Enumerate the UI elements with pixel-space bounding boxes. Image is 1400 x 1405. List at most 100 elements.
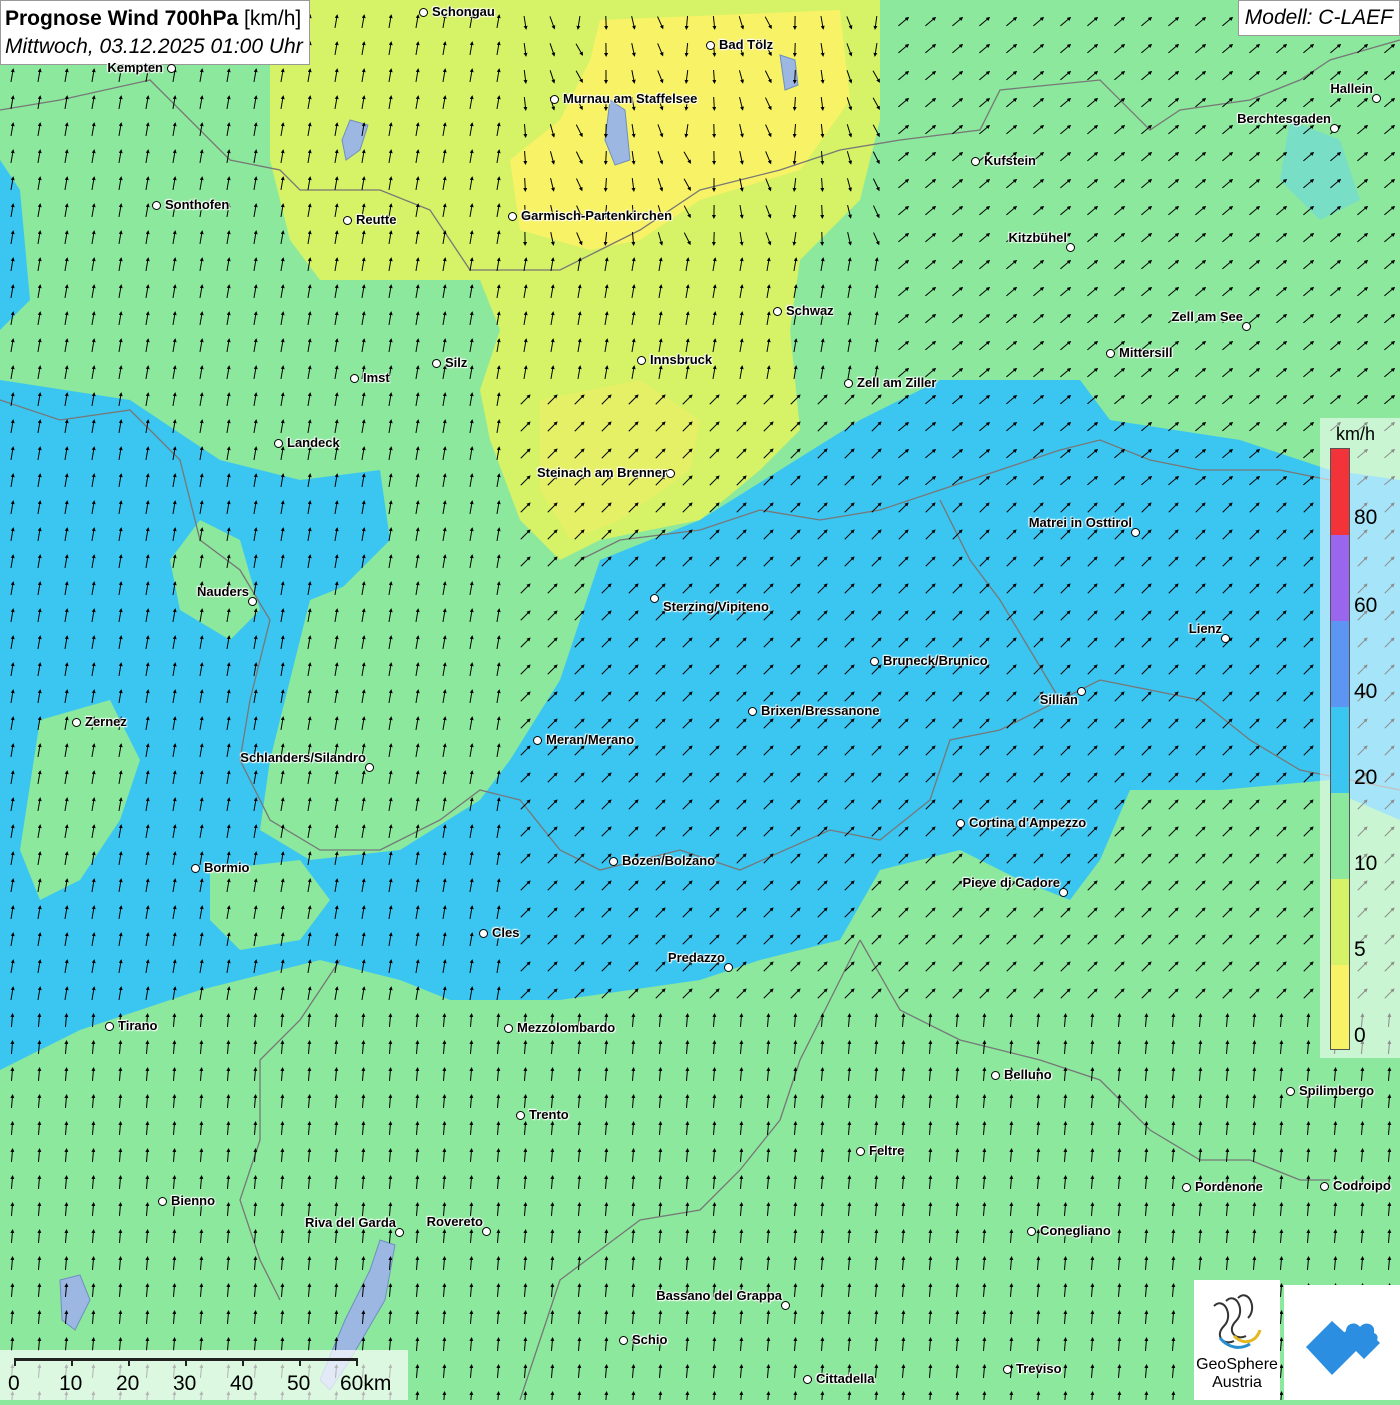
city-marker <box>991 1071 1000 1080</box>
city-marker <box>1330 124 1339 133</box>
legend-label-20: 20 <box>1354 766 1377 790</box>
city-label: Codroipo <box>1333 1178 1391 1193</box>
city-label: Belluno <box>1004 1067 1052 1082</box>
model-label: Modell: C-LAEF <box>1238 0 1400 36</box>
city-marker <box>516 1111 525 1120</box>
city-label: Innsbruck <box>650 352 712 367</box>
city-label: Landeck <box>287 435 340 450</box>
city-label: Cortina d'Ampezzo <box>969 815 1086 830</box>
city-label: Berchtesgaden <box>1237 111 1331 126</box>
city-label: Sonthofen <box>165 197 229 212</box>
city-label: Mittersill <box>1119 345 1172 360</box>
map-title-box: Prognose Wind 700hPa [km/h] Mittwoch, 03… <box>0 0 310 65</box>
legend-label-40: 40 <box>1354 680 1377 704</box>
city-marker <box>482 1227 491 1236</box>
city-label: Treviso <box>1016 1361 1062 1376</box>
geosphere-text-1: GeoSphere <box>1194 1356 1280 1374</box>
scale-label: 50 <box>287 1372 310 1396</box>
legend-label-0: 0 <box>1354 1024 1366 1048</box>
city-label: Predazzo <box>668 950 725 965</box>
city-marker <box>167 64 176 73</box>
city-marker <box>870 657 879 666</box>
city-label: Kitzbühel <box>1009 230 1068 245</box>
legend-segment-10-20 <box>1331 793 1349 879</box>
scale-tick <box>14 1358 16 1366</box>
city-marker <box>724 963 733 972</box>
geosphere-logo[interactable]: GeoSphere Austria <box>1194 1280 1280 1400</box>
city-marker <box>395 1228 404 1237</box>
city-marker <box>1221 634 1230 643</box>
city-label: Zernez <box>85 714 127 729</box>
city-label: Schlanders/Silandro <box>240 750 366 765</box>
city-label: Imst <box>363 370 390 385</box>
city-marker <box>1242 322 1251 331</box>
legend-label-80: 80 <box>1354 506 1377 530</box>
city-marker <box>550 95 559 104</box>
city-label: Zell am See <box>1171 309 1243 324</box>
city-marker <box>1027 1227 1036 1236</box>
city-label: Cittadella <box>816 1371 875 1386</box>
color-legend: km/h 80 60 40 20 10 5 0 <box>1320 418 1400 1058</box>
city-marker <box>432 359 441 368</box>
city-label: Bozen/Bolzano <box>622 853 715 868</box>
weather-app-logo[interactable] <box>1284 1285 1400 1400</box>
city-label: Rovereto <box>427 1214 483 1229</box>
city-marker <box>1372 94 1381 103</box>
wind-arrow <box>606 151 607 163</box>
scale-label: 30 <box>173 1372 196 1396</box>
cloud-mountain-icon <box>1284 1285 1400 1400</box>
geosphere-text-2: Austria <box>1194 1374 1280 1392</box>
city-label: Feltre <box>869 1143 904 1158</box>
scale-label: 20 <box>116 1372 139 1396</box>
city-marker <box>609 857 618 866</box>
city-label: Bruneck/Brunico <box>883 653 988 668</box>
city-marker <box>1059 888 1068 897</box>
legend-segment-80plus <box>1331 449 1349 535</box>
city-label: Trento <box>529 1107 569 1122</box>
scale-tick <box>71 1358 73 1366</box>
scale-label: 0 <box>8 1372 20 1396</box>
scale-label: 40 <box>230 1372 253 1396</box>
city-marker <box>1106 349 1115 358</box>
city-marker <box>1003 1365 1012 1374</box>
scale-tick <box>128 1358 130 1366</box>
city-label: Reutte <box>356 212 396 227</box>
city-marker <box>1131 528 1140 537</box>
wind-arrow <box>714 97 715 109</box>
city-marker <box>419 8 428 17</box>
city-label: Nauders <box>197 584 249 599</box>
city-marker <box>1182 1183 1191 1192</box>
city-label: Lienz <box>1189 621 1222 636</box>
city-marker <box>1066 243 1075 252</box>
city-marker <box>781 1301 790 1310</box>
scale-tick <box>299 1358 301 1366</box>
city-marker <box>773 307 782 316</box>
city-marker <box>105 1022 114 1031</box>
city-marker <box>1320 1182 1329 1191</box>
city-label: Riva del Garda <box>305 1215 396 1230</box>
scale-label: 60km <box>340 1372 391 1396</box>
city-label: Bassano del Grappa <box>656 1288 782 1303</box>
city-label: Matrei in Osttirol <box>1029 515 1132 530</box>
wind-arrow <box>795 70 796 82</box>
city-label: Schio <box>632 1332 667 1347</box>
legend-bar <box>1330 448 1350 1050</box>
city-marker <box>856 1147 865 1156</box>
city-marker <box>956 819 965 828</box>
geosphere-emblem-icon <box>1194 1286 1280 1356</box>
map-unit: [km/h] <box>244 7 301 30</box>
wind-arrow <box>822 205 823 217</box>
legend-segment-0-5 <box>1331 965 1349 1049</box>
city-label: Kufstein <box>984 153 1036 168</box>
scale-bar: 0 10 20 30 40 50 60km <box>0 1350 408 1400</box>
legend-segment-60-80 <box>1331 535 1349 621</box>
city-label: Bormio <box>204 860 250 875</box>
city-marker <box>637 356 646 365</box>
city-label: Silz <box>445 355 467 370</box>
city-marker <box>650 594 659 603</box>
city-marker <box>504 1024 513 1033</box>
city-marker <box>479 929 488 938</box>
city-marker <box>803 1375 812 1384</box>
legend-segment-40-60 <box>1331 621 1349 707</box>
city-marker <box>748 707 757 716</box>
